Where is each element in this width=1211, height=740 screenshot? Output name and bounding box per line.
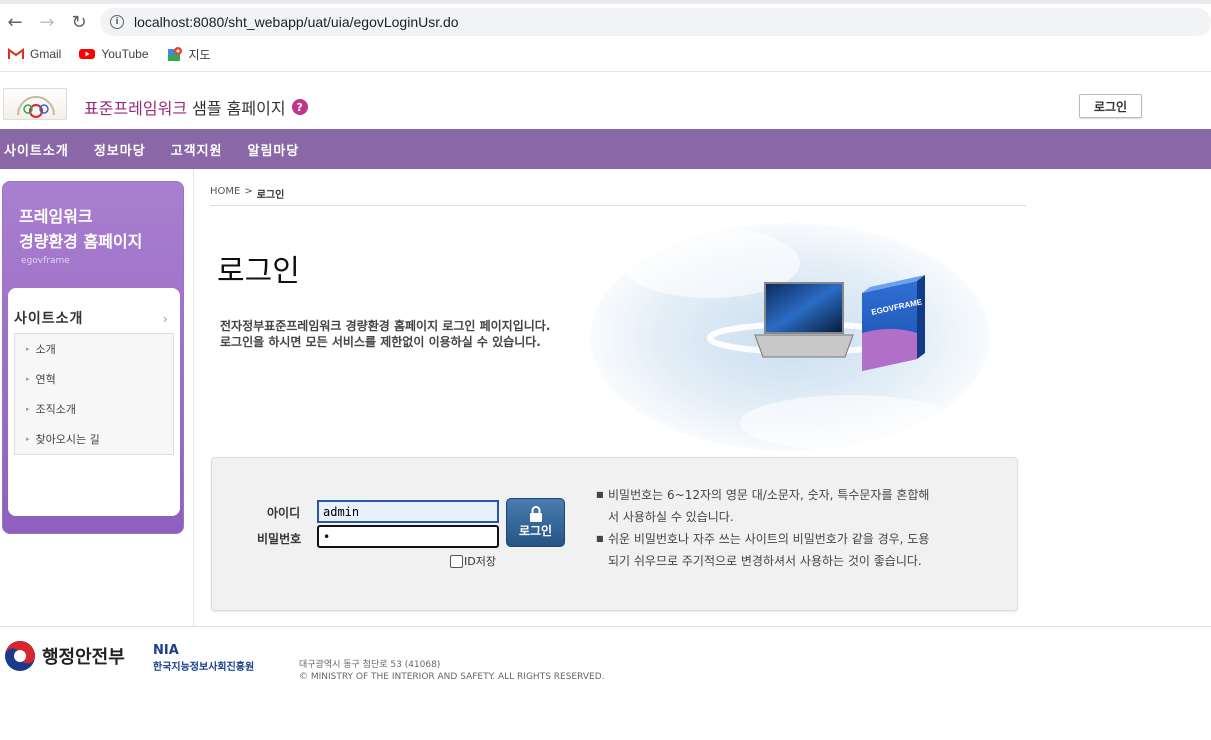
site-title: 표준프레임워크 샘플 홈페이지 ? [84,95,308,119]
page-title: 로그인 [217,254,300,289]
nav-item-support[interactable]: 고객지원 [171,140,223,159]
nav-item-info[interactable]: 정보마당 [94,140,146,159]
note-line: 서 사용하실 수 있습니다. [608,510,734,524]
info-icon[interactable]: i [110,15,124,29]
bullet-arrow-icon: ▸ [26,345,30,353]
note-item: ■ 비밀번호는 6~12자의 영문 대/소문자, 숫자, 특수문자를 혼합해 서… [596,484,976,528]
password-label: 비밀번호 [257,532,302,546]
sidebar-box: 프레임워크 경량환경 홈페이지 egovframe 사이트소개 › ▸ 소개 ▸ 연… [2,181,184,534]
breadcrumb-current: 로그인 [256,190,285,201]
sidebar-title: 프레임워크 경량환경 홈페이지 [19,204,142,254]
help-icon[interactable]: ? [291,99,308,115]
sidebar-title-line2: 경량환경 홈페이지 [19,232,143,251]
egovframe-box-icon: EGOVFRAME [862,275,925,371]
nia-logo: NIA 한국지능정보사회진흥원 [153,643,254,673]
bullet-arrow-icon: ▸ [26,375,30,383]
save-id-checkbox[interactable] [450,554,463,568]
lock-icon [529,506,542,522]
copyright-text: © MINISTRY OF THE INTERIOR AND SAFETY. A… [299,672,605,682]
header-login-button[interactable]: 로그인 [1079,94,1142,118]
login-form: 아이디 비밀번호 admin • 로그인 ID저장 ■ 비밀번호는 6~12자의… [211,457,1018,611]
bullet-icon: ■ [596,490,604,499]
breadcrumb-separator: > [244,186,253,197]
taegeuk-icon [5,641,35,671]
bullet-icon: ■ [596,534,604,543]
sidebar-menu-title[interactable]: 사이트소개 [14,308,83,328]
id-label: 아이디 [267,506,301,520]
ministry-logo: 행정안전부 [4,640,125,672]
page-description: 전자정부표준프레임워크 경량환경 홈페이지 로그인 페이지입니다. 로그인을 하… [220,318,550,350]
nav-item-notice[interactable]: 알림마당 [248,140,300,159]
bookmark-youtube[interactable]: YouTube [79,47,149,61]
password-input-value: • [323,529,331,544]
site-title-rest: 샘플 홈페이지 [187,99,286,118]
site-header: 표준프레임워크 샘플 홈페이지 ? 로그인 [0,73,1211,129]
address-text: 대구광역시 동구 첨단로 53 (41068) [299,660,441,670]
id-input[interactable]: admin [317,500,499,523]
chevron-right-icon: › [163,312,168,326]
footer: 행정안전부 NIA 한국지능정보사회진흥원 대구광역시 동구 첨단로 53 (4… [0,626,1211,740]
page-description-line2: 로그인을 하시면 모든 서비스를 제한없이 이용하실 수 있습니다. [220,335,541,349]
main-nav: 사이트소개 정보마당 고객지원 알림마당 [0,129,1211,169]
tab-strip [0,0,1211,4]
password-input[interactable]: • [317,525,499,548]
youtube-icon [79,48,96,60]
bookmark-label: 지도 [188,47,211,62]
page-description-line1: 전자정부표준프레임워크 경량환경 홈페이지 로그인 페이지입니다. [220,319,551,333]
login-submit-button[interactable]: 로그인 [506,498,565,547]
browser-chrome: ← → ↻ i localhost:8080/sht_webapp/uat/ui… [0,0,1211,72]
sidebar-title-line1: 프레임워크 [19,207,93,226]
sidebar-item-label: 연혁 [35,373,56,386]
ministry-name: 행정안전부 [42,647,125,668]
sidebar-submenu: ▸ 소개 ▸ 연혁 ▸ 조직소개 ▸ 찾아오시는 길 [14,333,174,455]
nia-name: 한국지능정보사회진흥원 [153,662,255,673]
url-text: localhost:8080/sht_webapp/uat/uia/egovLo… [134,14,459,30]
hero-illustration: EGOVFRAME [590,223,990,451]
bullet-arrow-icon: ▸ [26,435,30,443]
login-submit-label: 로그인 [518,524,553,538]
laptop-icon [754,282,854,358]
sidebar-item-organization[interactable]: ▸ 조직소개 [15,394,173,424]
site-logo[interactable] [3,88,67,120]
nav-item-site-intro[interactable]: 사이트소개 [4,140,69,159]
gmail-icon [8,48,24,60]
id-input-value: admin [323,504,360,519]
sidebar-item-history[interactable]: ▸ 연혁 [15,364,173,394]
note-line: 비밀번호는 6~12자의 영문 대/소문자, 숫자, 특수문자를 혼합해 [608,488,930,502]
password-notes: ■ 비밀번호는 6~12자의 영문 대/소문자, 숫자, 특수문자를 혼합해 서… [596,484,976,572]
reload-icon[interactable]: ↻ [68,11,90,33]
bookmark-label: Gmail [30,47,62,61]
forward-icon[interactable]: → [36,11,58,33]
sidebar-menu: 사이트소개 › ▸ 소개 ▸ 연혁 ▸ 조직소개 ▸ 찾아오시는 길 [8,288,180,516]
breadcrumb: HOME > 로그인 [210,186,1026,206]
breadcrumb-home[interactable]: HOME [210,186,240,197]
address-bar[interactable]: i localhost:8080/sht_webapp/uat/uia/egov… [100,8,1211,36]
sidebar-subtitle: egovframe [21,256,70,266]
sidebar-item-label: 소개 [35,343,56,356]
bookmark-label: YouTube [101,47,149,61]
sidebar-item-directions[interactable]: ▸ 찾아오시는 길 [15,424,173,454]
sidebar-item-label: 조직소개 [35,403,76,416]
note-item: ■ 쉬운 비밀번호나 자주 쓰는 사이트의 비밀번호가 같을 경우, 도용 되기… [596,528,976,572]
site-title-highlight: 표준프레임워크 [84,99,188,118]
bullet-arrow-icon: ▸ [26,405,30,413]
sidebar-item-label: 찾아오시는 길 [35,433,100,446]
bookmark-maps[interactable]: 지도 [167,46,211,63]
maps-icon [167,46,183,62]
save-id-option[interactable]: ID저장 [450,553,496,569]
bookmark-gmail[interactable]: Gmail [8,47,61,61]
note-line: 쉬운 비밀번호나 자주 쓰는 사이트의 비밀번호가 같을 경우, 도용 [608,532,930,546]
footer-address: 대구광역시 동구 첨단로 53 (41068) © MINISTRY OF TH… [299,659,605,683]
note-line: 되기 쉬우므로 주기적으로 변경하셔서 사용하는 것이 좋습니다. [608,554,922,568]
save-id-label: ID저장 [464,555,496,568]
back-icon[interactable]: ← [4,11,26,33]
nia-abbr: NIA [153,643,179,658]
sidebar-item-intro[interactable]: ▸ 소개 [15,334,173,364]
bookmarks-bar: Gmail YouTube 지도 [0,43,221,65]
sidebar: 프레임워크 경량환경 홈페이지 egovframe 사이트소개 › ▸ 소개 ▸ 연… [0,169,194,626]
